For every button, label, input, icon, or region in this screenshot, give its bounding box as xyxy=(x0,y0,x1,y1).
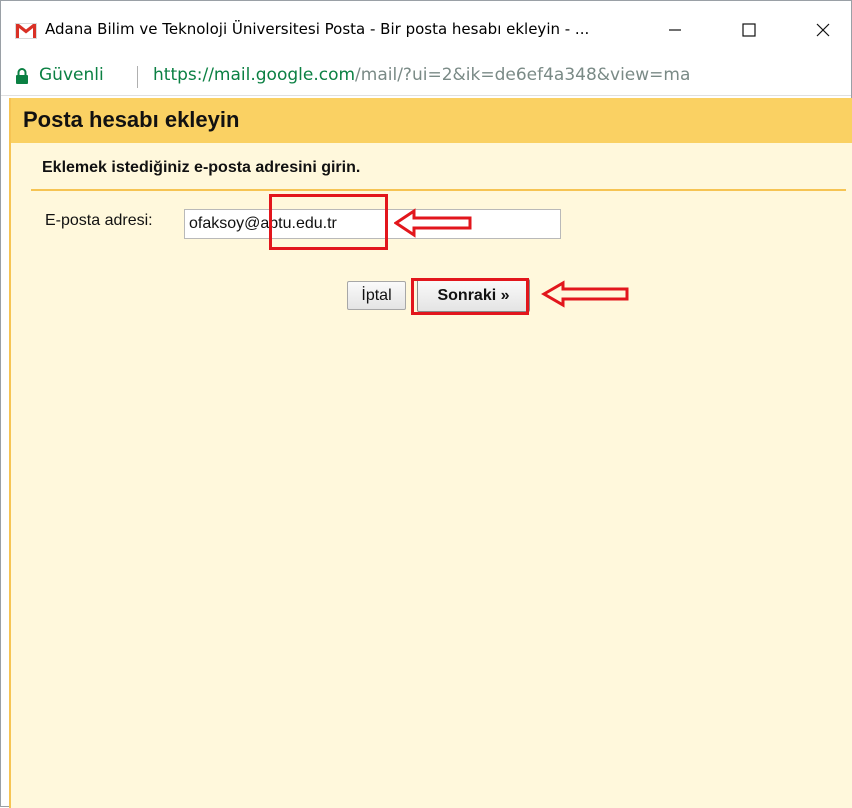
gmail-icon xyxy=(15,23,37,39)
url-text[interactable]: https://mail.google.com/mail/?ui=2&ik=de… xyxy=(153,65,690,85)
divider xyxy=(31,189,846,191)
page-title: Posta hesabı ekleyin xyxy=(23,107,240,132)
lock-icon xyxy=(16,68,28,84)
minimize-button[interactable] xyxy=(649,9,701,51)
next-button[interactable]: Sonraki » xyxy=(417,279,530,312)
browser-window: Adana Bilim ve Teknoloji Üniversitesi Po… xyxy=(0,0,852,808)
window-title: Adana Bilim ve Teknoloji Üniversitesi Po… xyxy=(45,20,590,38)
title-bar[interactable]: Adana Bilim ve Teknoloji Üniversitesi Po… xyxy=(1,1,851,59)
maximize-icon xyxy=(742,23,756,37)
secure-label[interactable]: Güvenli xyxy=(39,65,104,85)
dialog-header: Posta hesabı ekleyin xyxy=(11,98,852,143)
dialog-content: Posta hesabı ekleyin Eklemek istediğiniz… xyxy=(9,98,852,808)
instruction-text: Eklemek istediğiniz e-posta adresini gir… xyxy=(42,159,361,176)
minimize-icon xyxy=(669,29,681,31)
email-label: E-posta adresi: xyxy=(45,212,153,229)
url-path: /mail/?ui=2&ik=de6ef4a348&view=ma xyxy=(355,65,691,85)
address-separator xyxy=(137,66,138,88)
close-icon xyxy=(816,23,830,37)
email-input[interactable] xyxy=(184,209,561,239)
cancel-button[interactable]: İptal xyxy=(347,281,406,310)
address-bar[interactable]: Güvenli https://mail.google.com/mail/?ui… xyxy=(1,59,851,96)
close-button[interactable] xyxy=(797,9,849,51)
url-host: https://mail.google.com xyxy=(153,65,356,85)
maximize-button[interactable] xyxy=(723,9,775,51)
